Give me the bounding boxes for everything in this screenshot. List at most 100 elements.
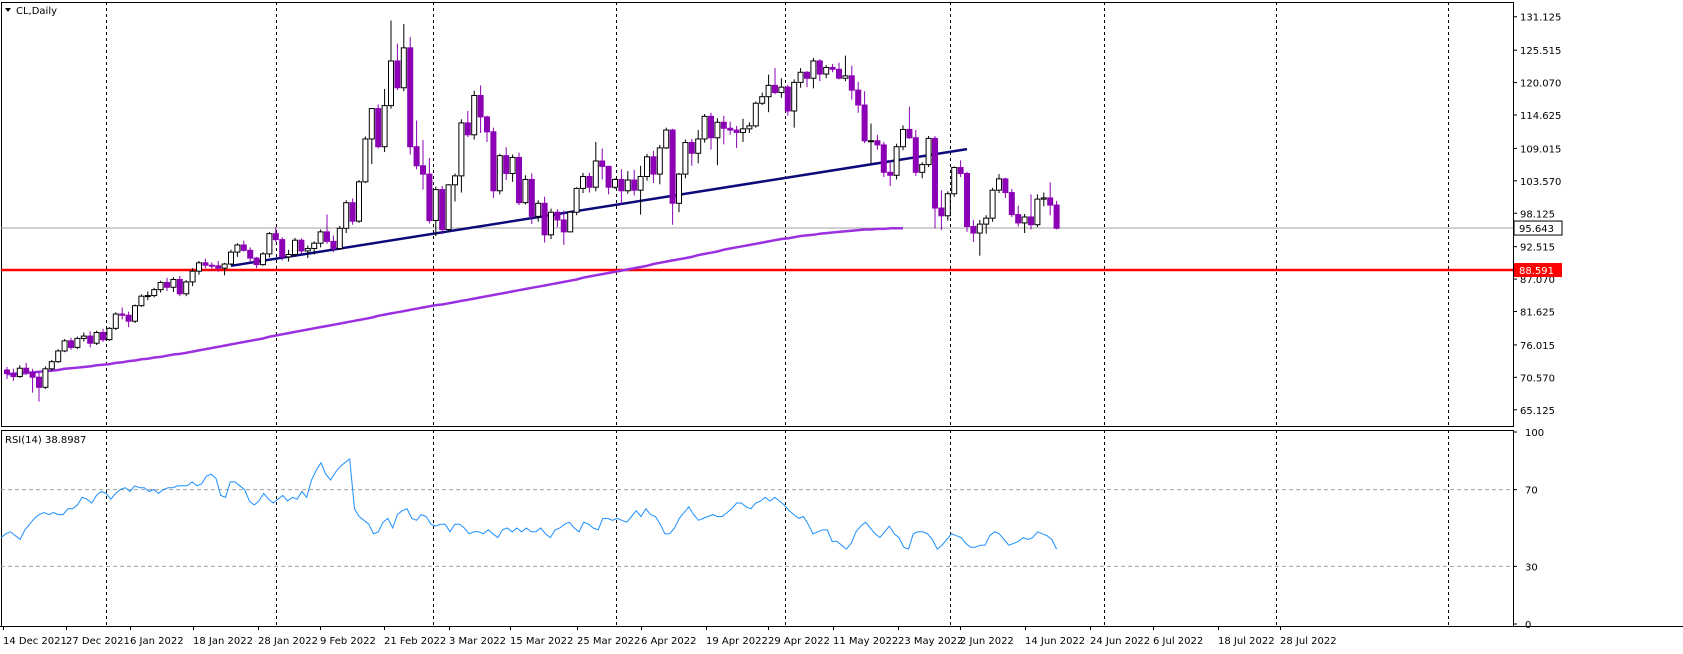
candle-body: [100, 332, 106, 341]
candle-body: [452, 175, 458, 186]
candle-body: [951, 167, 958, 195]
candle-body: [522, 178, 529, 204]
candle-body: [938, 207, 945, 217]
y-tick-label: 76.015: [1520, 341, 1555, 352]
candle-body: [887, 171, 894, 176]
candle-body: [1008, 192, 1015, 216]
candle-body: [548, 211, 554, 236]
candle-body: [298, 239, 305, 252]
candle-body: [970, 226, 977, 234]
candle-body: [132, 305, 138, 322]
candle-body: [804, 71, 810, 79]
y-tick-label: 120.070: [1520, 79, 1561, 90]
candle-body: [605, 165, 612, 188]
candle-body: [759, 96, 766, 104]
candle-body: [624, 179, 631, 192]
candle-body: [48, 361, 55, 370]
candle-body: [484, 116, 490, 133]
candle-body: [317, 231, 324, 244]
candle-body: [1053, 204, 1060, 229]
x-tick-label: 6 Apr 2022: [641, 636, 696, 647]
candle-body: [829, 67, 836, 70]
candle-body: [420, 165, 426, 175]
x-tick-label: 25 Mar 2022: [577, 636, 640, 647]
candle-body: [976, 223, 983, 234]
candle-body: [381, 105, 388, 148]
candle-body: [61, 340, 68, 352]
candle-body: [1028, 216, 1034, 226]
y-tick-label: 125.515: [1520, 46, 1561, 57]
candle-body: [292, 239, 298, 255]
y-tick-label: 98.125: [1520, 209, 1555, 220]
candle-body: [266, 233, 273, 255]
candle-body: [573, 187, 580, 213]
candle-body: [189, 270, 196, 283]
x-tick-label: 11 May 2022: [833, 636, 898, 647]
candle-body: [1034, 198, 1041, 226]
current-price-label: 95.643: [1519, 224, 1554, 235]
candle-body: [87, 335, 94, 344]
candle-body: [925, 137, 932, 166]
candle-body: [490, 131, 497, 192]
candle-body: [823, 67, 830, 75]
candle-body: [279, 239, 286, 258]
candle-body: [4, 369, 10, 375]
y-tick-label: 70.570: [1520, 373, 1555, 384]
candle-body: [1021, 216, 1028, 224]
candle-body: [874, 140, 881, 146]
candle-body: [1002, 178, 1009, 194]
candle-body: [784, 86, 791, 112]
x-tick-label: 27 Dec 2021: [66, 636, 130, 647]
candle-body: [848, 75, 855, 91]
candle-body: [957, 167, 964, 175]
level-price-label: 88.591: [1519, 266, 1554, 277]
candle-body: [228, 251, 234, 265]
candle-body: [932, 137, 938, 209]
y-tick-label: 109.015: [1520, 144, 1561, 155]
candle-body: [119, 313, 126, 316]
candle-body: [426, 173, 433, 222]
candle-body: [618, 178, 625, 192]
candle-body: [496, 155, 503, 192]
candle-body: [16, 367, 23, 378]
chart-window: 14 Dec 2021 27 Dec 2021 6 Jan 2022 18 Jan 2…: [0, 0, 1683, 654]
candle-body: [656, 147, 663, 175]
candle-body: [746, 125, 753, 130]
candle-body: [637, 175, 644, 191]
candle-body: [996, 178, 1002, 191]
candle-body: [861, 104, 868, 142]
candle-body: [439, 189, 446, 230]
rsi-y-tick-label: 70: [1525, 486, 1538, 497]
candle-body: [170, 279, 177, 288]
candle-body: [432, 189, 439, 222]
candle-body: [164, 281, 170, 288]
candle-body: [682, 142, 689, 175]
x-tick-label: 29 Apr 2022: [768, 636, 830, 647]
candle-body: [509, 156, 516, 175]
candle-body: [74, 337, 81, 348]
candle-body: [516, 156, 522, 204]
candle-body: [778, 86, 785, 94]
x-tick-label: 24 Jun 2022: [1090, 636, 1150, 647]
candle-body: [445, 184, 452, 230]
candle-body: [29, 371, 36, 378]
candle-body: [1047, 197, 1054, 206]
candle-body: [1015, 214, 1022, 224]
candle-body: [650, 156, 657, 175]
candle-body: [842, 75, 849, 79]
rsi-pane: [1, 430, 1514, 627]
y-tick-label: 131.125: [1520, 13, 1561, 24]
candle-body: [272, 233, 279, 241]
candle-body: [343, 202, 350, 229]
rsi-y-tick-label: 100: [1525, 428, 1544, 439]
candle-body: [797, 71, 804, 83]
x-tick-label: 28 Jul 2022: [1280, 636, 1337, 647]
candle-body: [701, 115, 708, 140]
candle-body: [688, 142, 695, 154]
candle-body: [535, 202, 542, 217]
candle-body: [304, 248, 311, 252]
candle-body: [253, 257, 260, 266]
x-tick-label: 28 Jan 2022: [258, 636, 318, 647]
candle-body: [247, 249, 254, 259]
candle-body: [125, 314, 132, 322]
